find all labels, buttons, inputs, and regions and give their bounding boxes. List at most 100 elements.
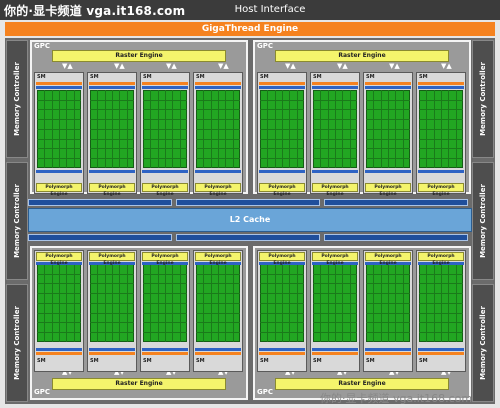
gigathread-engine: GigaThread Engine — [5, 22, 495, 36]
grid-line — [440, 90, 442, 168]
sm-strip-orange — [418, 352, 464, 355]
arrow-icon: ▼▲ — [218, 62, 229, 70]
polymorph-engine: Polymorph Engine — [36, 183, 82, 197]
grid-line — [426, 264, 428, 342]
sm-label: SM — [366, 358, 375, 364]
grid-line — [349, 264, 351, 342]
polymorph-engine: Polymorph Engine — [142, 183, 188, 197]
memory-controller-label: Memory Controller — [479, 184, 487, 258]
polymorph-engine: Polymorph Engine — [259, 183, 305, 197]
grid-line — [217, 264, 219, 342]
polymorph-engine: Polymorph Engine — [89, 252, 135, 266]
sm-strip-blue — [418, 348, 464, 351]
sm-label: SM — [196, 358, 205, 364]
grid-line — [111, 90, 113, 168]
sm-strip-blue — [259, 348, 305, 351]
sm-strip-orange — [259, 352, 305, 355]
arrow-icon: ▼▲ — [166, 62, 177, 70]
gpc-label: GPC — [257, 388, 274, 396]
gpc-label: GPC — [257, 42, 274, 50]
sm-label: SM — [37, 358, 46, 364]
arrow-icon: ▼▲ — [114, 62, 125, 70]
memory-controller-label: Memory Controller — [13, 184, 21, 258]
arrow-icon: ▼▲ — [62, 62, 73, 70]
grid-line — [217, 90, 219, 168]
sm-strip-orange — [142, 352, 188, 355]
memory-bus-segment — [324, 234, 468, 241]
grid-line — [267, 264, 269, 342]
polymorph-engine: Polymorph Engine — [418, 252, 464, 266]
sm-strip-blue — [89, 348, 135, 351]
polymorph-engine: Polymorph Engine — [312, 252, 358, 266]
sm-strip-blue — [312, 170, 358, 173]
memory-controller-label: Memory Controller — [13, 62, 21, 136]
grid-line — [179, 90, 181, 168]
grid-line — [296, 90, 298, 168]
grid-line — [172, 90, 174, 168]
memory-controller-label: Memory Controller — [479, 306, 487, 380]
grid-line — [210, 90, 212, 168]
grid-line — [164, 90, 166, 168]
memory-bus-segment — [176, 234, 320, 241]
gpc-label: GPC — [34, 42, 51, 50]
grid-line — [111, 264, 113, 342]
grid-line — [203, 90, 205, 168]
sm-strip-orange — [195, 82, 241, 85]
grid-line — [327, 90, 329, 168]
grid-line — [433, 264, 435, 342]
grid-line — [126, 264, 128, 342]
grid-line — [44, 90, 46, 168]
sm-strip-orange — [36, 82, 82, 85]
sm-label: SM — [419, 74, 428, 80]
sm-label: SM — [313, 74, 322, 80]
arrow-icon: ▼▲ — [285, 62, 296, 70]
sm-strip-blue — [365, 86, 411, 89]
grid-line — [320, 264, 322, 342]
sm-label: SM — [366, 74, 375, 80]
grid-line — [51, 90, 53, 168]
sm-strip-blue — [365, 348, 411, 351]
grid-line — [349, 90, 351, 168]
sm-strip-blue — [259, 86, 305, 89]
grid-line — [387, 90, 389, 168]
grid-line — [281, 264, 283, 342]
grid-line — [320, 90, 322, 168]
sm-strip-blue — [89, 86, 135, 89]
sm-strip-blue — [142, 170, 188, 173]
grid-line — [274, 90, 276, 168]
sm-strip-orange — [365, 82, 411, 85]
memory-controller-left: Memory Controller — [6, 284, 28, 402]
arrow-icon: ▼▲ — [337, 62, 348, 70]
grid-line — [289, 264, 291, 342]
sm-strip-blue — [142, 86, 188, 89]
polymorph-engine: Polymorph Engine — [89, 183, 135, 197]
grid-line — [334, 90, 336, 168]
sm-strip-orange — [312, 352, 358, 355]
sm-strip-blue — [36, 170, 82, 173]
memory-bus-segment — [28, 199, 172, 206]
grid-line — [66, 90, 68, 168]
raster-engine: Raster Engine — [52, 378, 226, 390]
grid-line — [232, 264, 234, 342]
arrow-icon: ▼▲ — [441, 62, 452, 70]
sm-strip-blue — [142, 348, 188, 351]
grid-line — [126, 90, 128, 168]
raster-engine: Raster Engine — [275, 378, 449, 390]
grid-line — [327, 264, 329, 342]
sm-strip-blue — [418, 86, 464, 89]
watermark-top: 你的·显卡频道 vga.it168.com — [4, 4, 186, 18]
sm-label: SM — [90, 74, 99, 80]
memory-bus-segment — [176, 199, 320, 206]
grid-line — [426, 90, 428, 168]
sm-strip-blue — [89, 170, 135, 173]
grid-line — [157, 264, 159, 342]
memory-bus-segment — [324, 199, 468, 206]
grid-line — [232, 90, 234, 168]
polymorph-engine: Polymorph Engine — [36, 252, 82, 266]
grid-line — [402, 264, 404, 342]
watermark-bottom: 你的·显卡频道 vga.it168.com — [320, 392, 473, 405]
sm-label: SM — [143, 358, 152, 364]
grid-line — [373, 90, 375, 168]
grid-line — [172, 264, 174, 342]
grid-line — [395, 264, 397, 342]
